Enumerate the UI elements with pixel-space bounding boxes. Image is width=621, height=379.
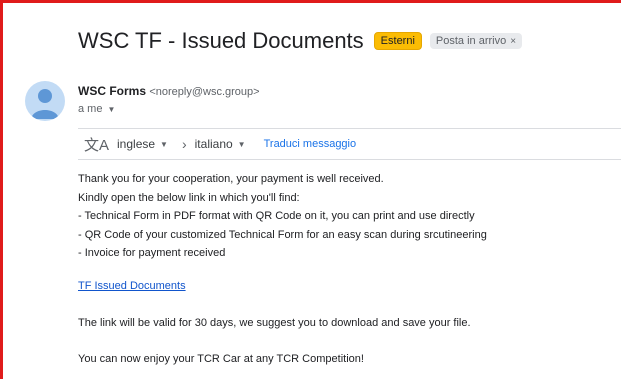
avatar-icon[interactable] (25, 81, 65, 121)
recipient-text: a me (78, 103, 103, 115)
recipient-row[interactable]: a me ▼ (78, 103, 115, 115)
translate-message-link[interactable]: Traduci messaggio (264, 138, 357, 150)
label-inbox[interactable]: Posta in arrivo × (429, 33, 523, 49)
source-language-label: inglese (117, 137, 156, 151)
body-line: - Invoice for payment received (78, 247, 226, 259)
sender-name[interactable]: WSC Forms (78, 84, 146, 98)
closing-text: You can now enjoy your TCR Car at any TC… (78, 353, 364, 365)
issued-documents-link[interactable]: TF Issued Documents (78, 280, 186, 292)
caret-down-icon: ▼ (237, 139, 246, 149)
translate-bar: 文A inglese ▼ › italiano ▼ Traduci messag… (78, 128, 621, 160)
validity-text: The link will be valid for 30 days, we s… (78, 317, 471, 329)
target-language-label: italiano (194, 137, 233, 151)
target-language-select[interactable]: italiano ▼ (195, 137, 246, 151)
source-language-select[interactable]: inglese ▼ (117, 137, 168, 151)
body-line: - QR Code of your customized Technical F… (78, 228, 487, 241)
body-line: Kindly open the below link in which you'… (78, 191, 300, 204)
label-external[interactable]: Esterni (373, 32, 422, 50)
sender-row: WSC Forms <noreply@wsc.group> (78, 84, 260, 98)
email-body: Thank you for your cooperation, your pay… (78, 170, 608, 263)
chevron-right-icon: › (181, 136, 187, 152)
translate-icon: 文A (84, 136, 110, 154)
email-subject: WSC TF - Issued Documents (78, 28, 364, 53)
body-line: - Technical Form in PDF format with QR C… (78, 210, 475, 222)
label-inbox-text: Posta in arrivo (435, 35, 507, 47)
close-icon[interactable]: × (510, 36, 516, 47)
caret-down-icon[interactable]: ▼ (107, 105, 115, 114)
body-line: Thank you for your cooperation, your pay… (78, 173, 384, 185)
caret-down-icon: ▼ (160, 139, 168, 149)
sender-email: <noreply@wsc.group> (149, 86, 260, 98)
subject-row: WSC TF - Issued Documents Esterni Posta … (78, 28, 523, 54)
avatar-silhouette (31, 89, 59, 119)
